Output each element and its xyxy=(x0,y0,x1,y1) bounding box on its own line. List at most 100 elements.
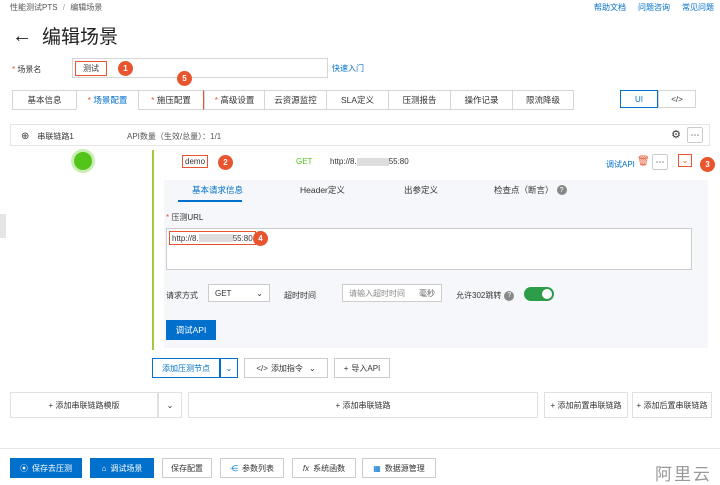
tab-sla-label: SLA定义 xyxy=(340,95,375,105)
url-field-label-text: 压测URL xyxy=(171,213,204,222)
timeout-unit: 毫秒 xyxy=(419,288,435,298)
tab-sla[interactable]: SLA定义 xyxy=(326,90,388,110)
page-title: 编辑场景 xyxy=(42,27,119,48)
param-list-button[interactable]: ⋲ 参数列表 xyxy=(220,458,284,478)
add-chain-template-button[interactable]: + 添加串联链路模版 xyxy=(10,392,158,418)
add-node-dropdown[interactable]: ⌄ xyxy=(220,358,238,378)
footer-divider xyxy=(0,448,720,449)
url-textarea[interactable]: http://8. 55:80 4 xyxy=(166,228,692,270)
system-function-button[interactable]: fx 系统函数 xyxy=(292,458,356,478)
tab-scene-config[interactable]: * 场景配置 xyxy=(76,90,138,110)
plus-icon: + xyxy=(343,363,349,373)
home-icon: ⌂ xyxy=(101,463,107,473)
tab-operation-log[interactable]: 操作记录 xyxy=(450,90,512,110)
scene-name-value: 测试 xyxy=(75,61,107,76)
chain-template-dropdown[interactable]: ⌄ xyxy=(158,392,182,418)
share-icon: ⋲ xyxy=(230,463,238,473)
add-instruction-button[interactable]: </> 添加指令 ⌄ xyxy=(244,358,328,378)
add-chain-button[interactable]: + 添加串联链路 xyxy=(188,392,538,418)
help-links: 帮助文档 问题咨询 常见问题 xyxy=(594,2,714,13)
delete-icon[interactable]: 🗑 xyxy=(637,156,650,167)
back-arrow-icon[interactable]: ← xyxy=(12,26,32,46)
tab-rate-limit[interactable]: 限流降级 xyxy=(512,90,574,110)
plus-icon: + xyxy=(335,400,343,410)
function-icon: fx xyxy=(302,463,310,473)
settings-icon[interactable]: ⚙ xyxy=(671,128,681,141)
tab-advanced-settings[interactable]: * 高级设置 xyxy=(204,90,264,110)
save-config-button[interactable]: 保存配置 xyxy=(162,458,212,478)
subtab-checkpoint[interactable]: 检查点（断言） ? xyxy=(494,184,567,196)
code-view-button[interactable]: </> xyxy=(658,90,696,108)
timeout-input[interactable]: 请输入超时时间 毫秒 xyxy=(342,284,442,302)
status-indicator xyxy=(74,152,92,170)
marker-5: 5 xyxy=(177,71,192,86)
chain-link-icon: ⊕ xyxy=(21,131,30,142)
tab-basic-info[interactable]: 基本信息 xyxy=(12,90,76,110)
database-icon: ▦ xyxy=(373,463,381,473)
method-select[interactable]: GET ⌄ xyxy=(208,284,270,302)
scene-name-label: * 场景名 xyxy=(12,65,42,74)
method-select-value: GET xyxy=(215,288,232,298)
url-field-label: * 压测URL xyxy=(166,213,204,222)
import-api-button[interactable]: + 导入API xyxy=(334,358,390,378)
add-node-button[interactable]: 添加压测节点 xyxy=(152,358,220,378)
collapse-icon[interactable]: ⌄ xyxy=(678,154,692,167)
plus-icon: + xyxy=(48,400,56,410)
breadcrumb-item-pts[interactable]: 性能测试PTS xyxy=(10,3,58,12)
more-icon[interactable]: ⋯ xyxy=(687,127,703,143)
marker-2: 2 xyxy=(218,155,233,170)
add-pre-chain-button[interactable]: + 添加前置串联链路 xyxy=(544,392,628,418)
faq-link[interactable]: 常见问题 xyxy=(682,2,714,13)
marker-4: 4 xyxy=(253,231,268,246)
param-list-label: 参数列表 xyxy=(242,463,274,473)
chain-title: ⊕ 串联链路1 xyxy=(21,131,74,142)
subtab-basic-request[interactable]: 基本请求信息 xyxy=(192,184,243,196)
timeout-label: 超时时间 xyxy=(284,291,316,300)
view-toggle: UI </> xyxy=(620,90,696,108)
api-more-icon[interactable]: ⋯ xyxy=(652,154,668,170)
subtab-header[interactable]: Header定义 xyxy=(300,184,345,196)
help-icon: ? xyxy=(556,185,567,195)
tab-cloud-monitor[interactable]: 云资源监控 xyxy=(264,90,326,110)
scene-name-input[interactable]: 测试 xyxy=(72,58,328,78)
url-value-suffix: 55:80 xyxy=(232,233,253,243)
quick-start-link[interactable]: 快速入门 xyxy=(332,63,364,74)
debug-api-link[interactable]: 调试API xyxy=(606,159,635,170)
api-name[interactable]: demo xyxy=(182,155,209,168)
subtab-underline xyxy=(178,200,242,202)
data-source-label: 数据源管理 xyxy=(384,463,425,473)
chain-name: 串联链路1 xyxy=(37,132,74,141)
redirect-toggle[interactable] xyxy=(524,287,554,301)
breadcrumb: 性能测试PTS / 编辑场景 xyxy=(10,2,102,13)
url-value: http://8. 55:80 xyxy=(169,231,256,245)
debug-api-button[interactable]: 调试API xyxy=(166,320,216,340)
play-icon: ⦿ xyxy=(20,463,28,473)
tab-pressure-config-label: 施压配置 xyxy=(156,95,191,105)
api-header: demo 2 GET http://8. 55:80 调试API 🗑 ⋯ ⌄ 3 xyxy=(154,150,715,176)
tab-operation-log-label: 操作记录 xyxy=(464,95,499,105)
api-detail-panel: 基本请求信息 Header定义 出参定义 检查点（断言） ? * 压测URL h… xyxy=(164,180,708,348)
chevron-down-icon: ⌄ xyxy=(256,288,263,298)
ui-view-button[interactable]: UI xyxy=(620,90,658,108)
subtab-output-params[interactable]: 出参定义 xyxy=(404,184,438,196)
method-label: 请求方式 xyxy=(166,291,198,300)
tab-report[interactable]: 压测报告 xyxy=(388,90,450,110)
api-method: GET xyxy=(296,157,313,166)
chevron-down-icon: ⌄ xyxy=(166,400,174,410)
code-icon: </> xyxy=(256,363,268,373)
tab-advanced-settings-label: 高级设置 xyxy=(220,95,255,105)
scene-name-label-text: 场景名 xyxy=(17,65,42,74)
add-post-chain-button[interactable]: + 添加后置串联链路 xyxy=(632,392,712,418)
data-source-button[interactable]: ▦ 数据源管理 xyxy=(362,458,436,478)
debug-scene-button[interactable]: ⌂ 调试场景 xyxy=(90,458,154,478)
tab-pressure-config[interactable]: * 施压配置 xyxy=(138,90,204,110)
api-count: API数量（生效/总量）：1/1 xyxy=(127,132,222,141)
help-docs-link[interactable]: 帮助文档 xyxy=(594,2,626,13)
question-consult-link[interactable]: 问题咨询 xyxy=(638,2,670,13)
save-and-test-button[interactable]: ⦿ 保存去压测 xyxy=(10,458,82,478)
api-url-suffix: 55:80 xyxy=(388,157,409,166)
tab-scene-config-label: 场景配置 xyxy=(93,95,128,105)
sidebar-collapse-handle[interactable] xyxy=(0,214,6,238)
add-pre-chain-label: 添加前置串联链路 xyxy=(557,400,622,410)
api-url: http://8. 55:80 xyxy=(330,157,409,166)
